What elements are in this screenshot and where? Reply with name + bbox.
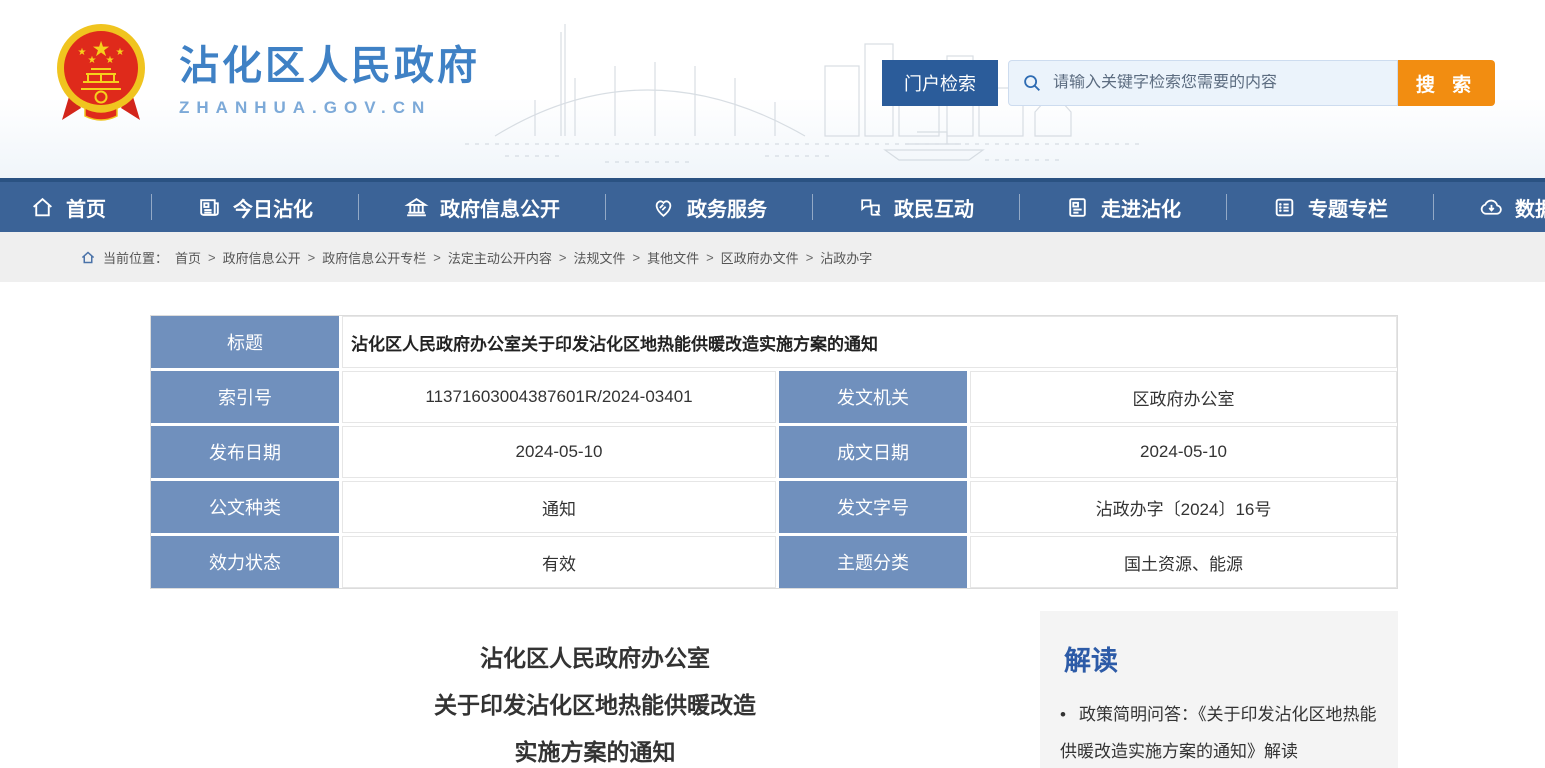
- national-emblem-logo: ★ ★ ★ ★ ★: [55, 22, 147, 128]
- search-icon: [1021, 72, 1043, 94]
- search-area: 门户检索 搜 索: [882, 60, 1495, 106]
- svg-text:★: ★: [78, 47, 87, 58]
- search-input[interactable]: [1053, 74, 1385, 92]
- nav-label: 走进沾化: [1101, 193, 1181, 222]
- breadcrumb-separator: >: [433, 250, 441, 265]
- table-label-cell: 发文字号: [779, 481, 967, 533]
- table-value-cell: 区政府办公室: [970, 371, 1397, 423]
- document-title: 沾化区人民政府办公室 关于印发沾化区地热能供暖改造 实施方案的通知: [150, 611, 1040, 768]
- nav-item-gov-info-disclosure[interactable]: 政府信息公开: [404, 193, 560, 222]
- breadcrumb-separator: >: [806, 250, 814, 265]
- nav-label: 首页: [66, 193, 106, 222]
- home-icon: [30, 195, 55, 220]
- nav-separator: [1433, 194, 1434, 220]
- nav-label: 政务服务: [687, 193, 767, 222]
- breadcrumb-home-icon: [80, 250, 96, 265]
- nav-label: 数据开放: [1515, 193, 1545, 222]
- breadcrumb-link[interactable]: 沾政办字: [820, 248, 872, 267]
- table-label-cell: 主题分类: [779, 536, 967, 588]
- document-icon: [1065, 195, 1090, 220]
- table-value-cell: 有效: [342, 536, 776, 588]
- table-label-cell: 标题: [151, 316, 339, 368]
- nav-label: 今日沾化: [233, 193, 313, 222]
- nav-item-gov-services[interactable]: 政务服务: [651, 193, 767, 222]
- table-value-cell: 沾政办字〔2024〕16号: [970, 481, 1397, 533]
- nav-item-home[interactable]: 首页: [30, 193, 106, 222]
- table-value-cell: 国土资源、能源: [970, 536, 1397, 588]
- nav-separator: [358, 194, 359, 220]
- site-title: 沾化区人民政府: [179, 33, 480, 91]
- breadcrumb-separator: >: [706, 250, 714, 265]
- breadcrumb-link[interactable]: 法定主动公开内容: [448, 248, 552, 267]
- main-nav: 首页 今日沾化 政府信息公开 政务服务: [0, 178, 1545, 232]
- nav-label: 专题专栏: [1308, 193, 1388, 222]
- table-label-cell: 发文机关: [779, 371, 967, 423]
- svg-text:★: ★: [88, 55, 97, 66]
- cloud-download-icon: [1479, 195, 1504, 220]
- nav-separator: [1019, 194, 1020, 220]
- site-brand: ★ ★ ★ ★ ★ 沾化区人民政府 ZHANHUA.GOV.CN: [55, 22, 480, 128]
- doc-info-table: 标题 沾化区人民政府办公室关于印发沾化区地热能供暖改造实施方案的通知 索引号 1…: [150, 315, 1398, 589]
- site-header: ★ ★ ★ ★ ★ 沾化区人民政府 ZHANHUA.GOV.CN 门户检索 搜: [0, 0, 1545, 178]
- breadcrumb-link[interactable]: 法规文件: [573, 248, 625, 267]
- portal-search-button[interactable]: 门户检索: [882, 60, 998, 106]
- list-icon: [1272, 195, 1297, 220]
- nav-label: 政府信息公开: [440, 193, 560, 222]
- breadcrumb-link[interactable]: 其他文件: [647, 248, 699, 267]
- breadcrumb: 当前位置： 首页 > 政府信息公开 > 政府信息公开专栏 > 法定主动公开内容 …: [0, 232, 1545, 282]
- table-label-cell: 效力状态: [151, 536, 339, 588]
- nav-item-special-columns[interactable]: 专题专栏: [1272, 193, 1388, 222]
- site-domain: ZHANHUA.GOV.CN: [179, 98, 480, 118]
- svg-text:★: ★: [116, 47, 125, 58]
- search-submit-button[interactable]: 搜 索: [1398, 60, 1495, 106]
- search-box: [1008, 60, 1398, 106]
- interpretation-panel: 解读 政策简明问答：《关于印发沾化区地热能供暖改造实施方案的通知》解读: [1040, 611, 1398, 768]
- table-value-cell: 11371603004387601R/2024-03401: [342, 371, 776, 423]
- breadcrumb-link[interactable]: 政府信息公开: [223, 248, 301, 267]
- table-label-cell: 成文日期: [779, 426, 967, 478]
- table-value-cell: 通知: [342, 481, 776, 533]
- breadcrumb-separator: >: [308, 250, 316, 265]
- interpretation-heading: 解读: [1064, 639, 1378, 678]
- nav-label: 政民互动: [894, 193, 974, 222]
- newspaper-icon: [197, 195, 222, 220]
- breadcrumb-link[interactable]: 区政府办文件: [721, 248, 799, 267]
- chat-bubbles-icon: [858, 195, 883, 220]
- breadcrumb-label: 当前位置：: [103, 248, 168, 267]
- interpretation-item[interactable]: 政策简明问答：《关于印发沾化区地热能供暖改造实施方案的通知》解读: [1060, 696, 1378, 768]
- nav-item-public-interaction[interactable]: 政民互动: [858, 193, 974, 222]
- document-title-line: 沾化区人民政府办公室: [150, 635, 1040, 682]
- bank-icon: [404, 195, 429, 220]
- table-value-title: 沾化区人民政府办公室关于印发沾化区地热能供暖改造实施方案的通知: [342, 316, 1397, 368]
- breadcrumb-separator: >: [632, 250, 640, 265]
- table-value-cell: 2024-05-10: [970, 426, 1397, 478]
- breadcrumb-link[interactable]: 政府信息公开专栏: [322, 248, 426, 267]
- heart-hands-icon: [651, 195, 676, 220]
- table-label-cell: 发布日期: [151, 426, 339, 478]
- breadcrumb-link[interactable]: 首页: [175, 248, 201, 267]
- breadcrumb-separator: >: [208, 250, 216, 265]
- document-title-line: 实施方案的通知: [150, 729, 1040, 768]
- nav-item-today-zhanhua[interactable]: 今日沾化: [197, 193, 313, 222]
- nav-item-open-data[interactable]: 数据开放: [1479, 193, 1545, 222]
- svg-text:★: ★: [106, 55, 115, 66]
- nav-separator: [605, 194, 606, 220]
- nav-separator: [812, 194, 813, 220]
- table-label-cell: 公文种类: [151, 481, 339, 533]
- nav-separator: [1226, 194, 1227, 220]
- table-label-cell: 索引号: [151, 371, 339, 423]
- breadcrumb-separator: >: [559, 250, 567, 265]
- table-value-cell: 2024-05-10: [342, 426, 776, 478]
- nav-item-about-zhanhua[interactable]: 走进沾化: [1065, 193, 1181, 222]
- document-title-line: 关于印发沾化区地热能供暖改造: [150, 682, 1040, 729]
- nav-separator: [151, 194, 152, 220]
- content-body: 沾化区人民政府办公室 关于印发沾化区地热能供暖改造 实施方案的通知 解读 政策简…: [150, 611, 1398, 768]
